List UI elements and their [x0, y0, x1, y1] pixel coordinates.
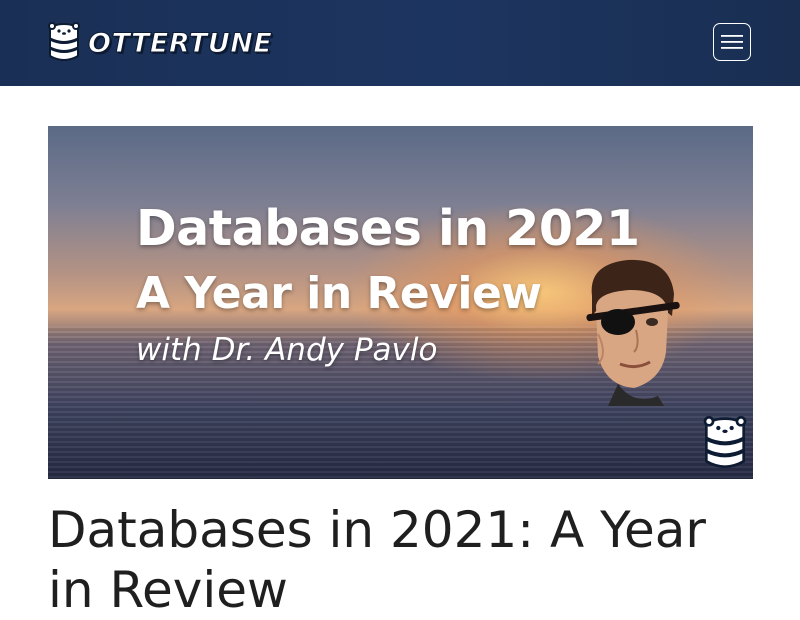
hero-image: Databases in 2021 A Year in Review with … [48, 126, 753, 479]
otter-database-icon [703, 416, 747, 468]
site-header: OTTERTUNE [0, 0, 800, 86]
logo-text: OTTERTUNE [87, 27, 273, 59]
article-title: Databases in 2021: A Year in Review [48, 501, 706, 619]
author-portrait [586, 259, 680, 406]
site-logo[interactable]: OTTERTUNE [48, 22, 272, 64]
hero-author-line: with Dr. Andy Pavlo [136, 332, 438, 368]
hero-title-line: Databases in 2021 [136, 200, 640, 257]
otter-database-icon [48, 22, 80, 61]
menu-toggle-button[interactable] [713, 23, 751, 61]
hamburger-icon [721, 35, 743, 49]
hero-subtitle-line: A Year in Review [136, 268, 542, 319]
